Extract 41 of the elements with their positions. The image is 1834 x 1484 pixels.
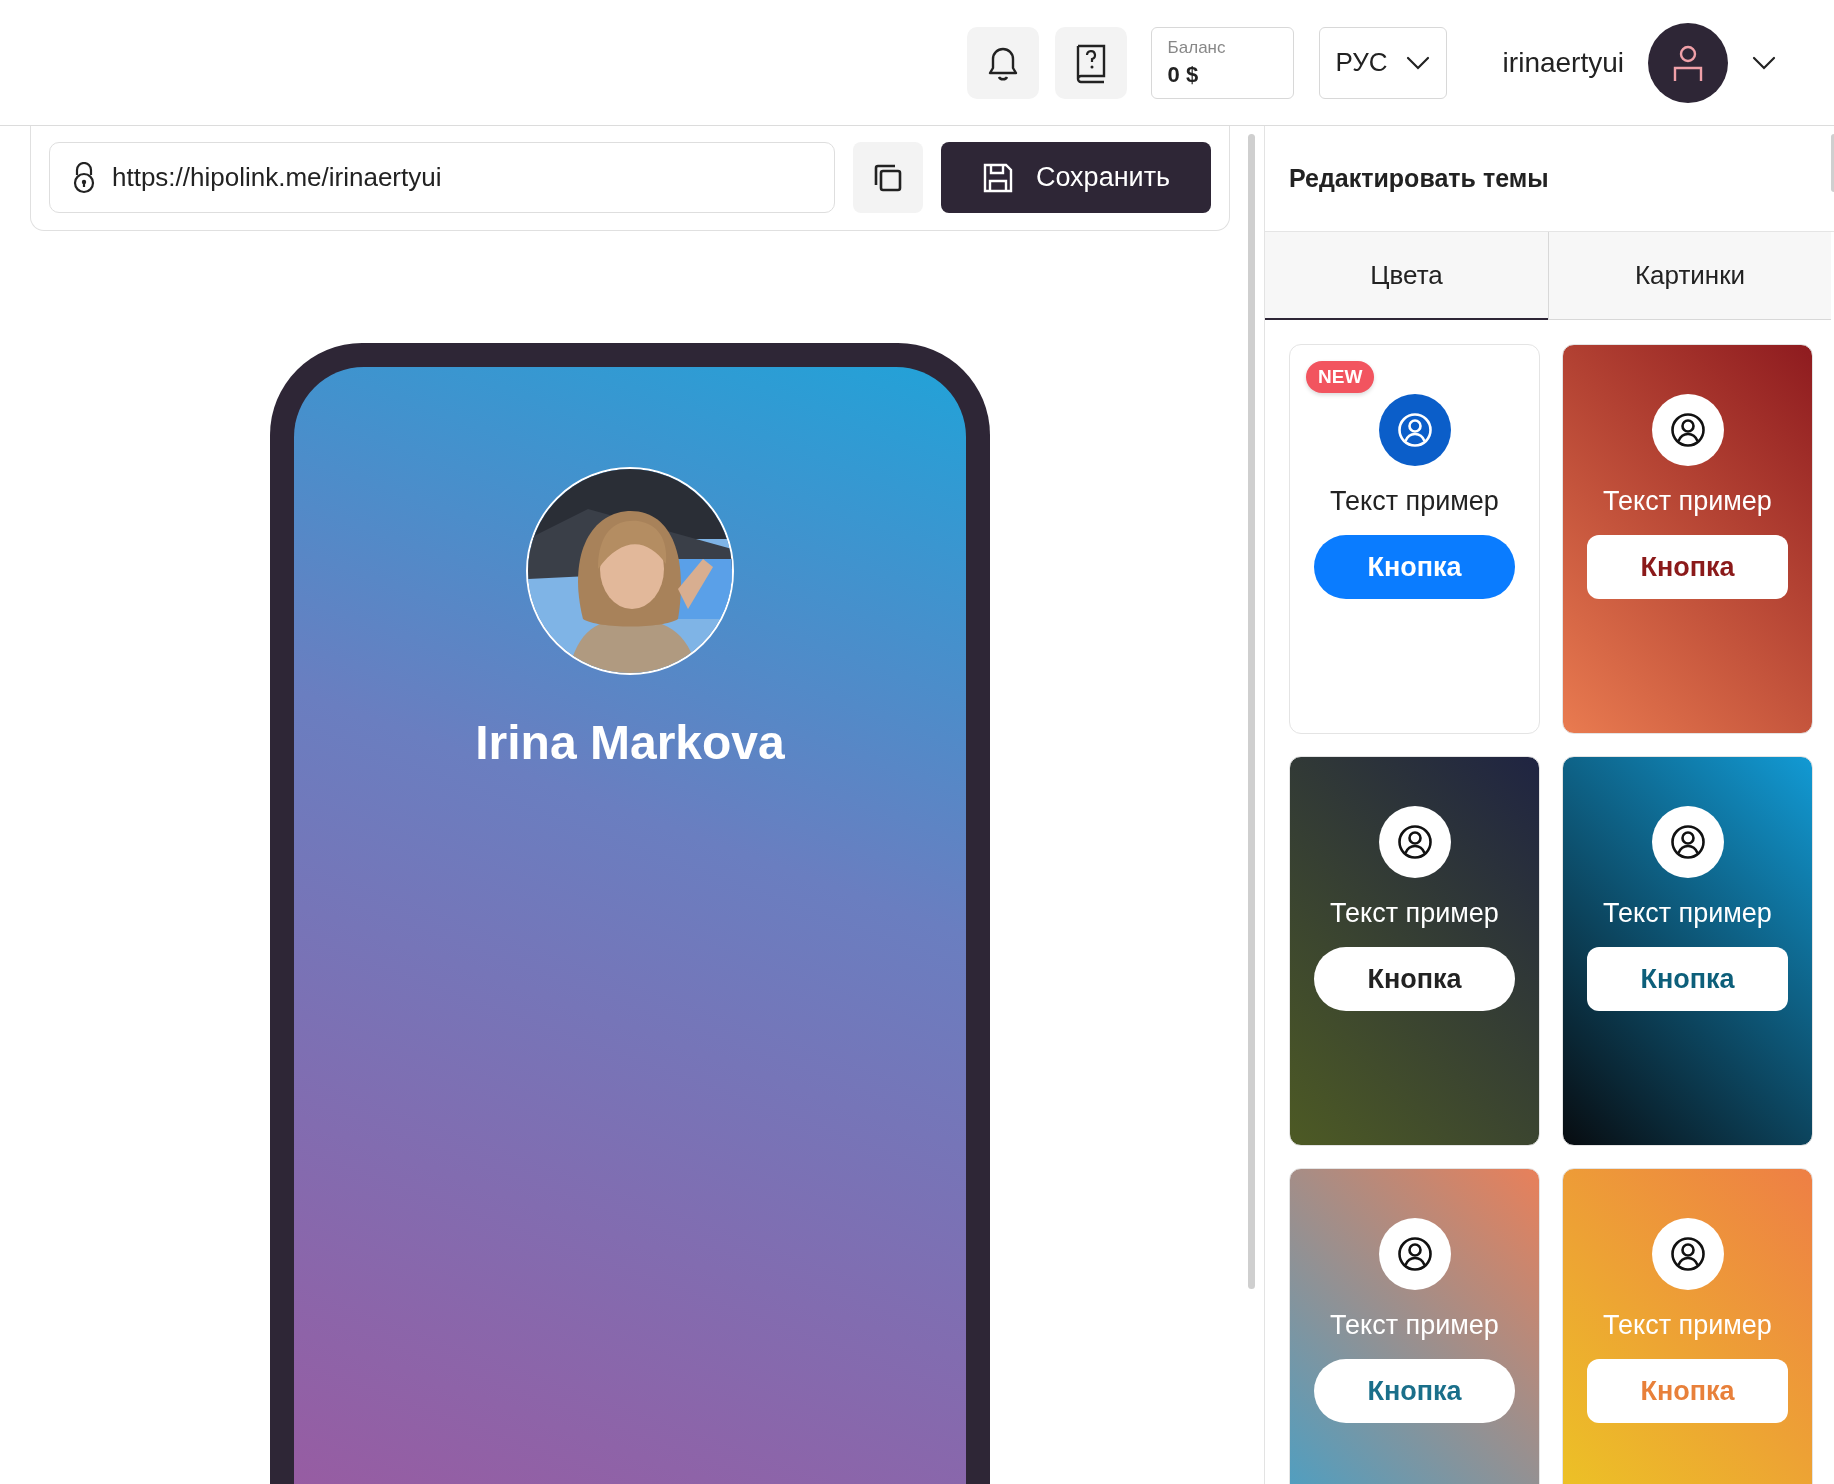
balance-label: Баланс bbox=[1167, 37, 1227, 58]
theme-card[interactable]: Текст пример Кнопка bbox=[1562, 756, 1813, 1146]
chevron-down-icon bbox=[1405, 55, 1430, 70]
tab[interactable]: Картинки bbox=[1548, 232, 1831, 320]
sample-text: Текст пример bbox=[1603, 898, 1772, 929]
profile-name: Irina Markova bbox=[475, 715, 785, 770]
user-icon bbox=[1669, 1236, 1706, 1272]
person-icon bbox=[1671, 43, 1705, 82]
help-button[interactable] bbox=[1054, 26, 1127, 99]
user-icon bbox=[1396, 1236, 1433, 1272]
tab[interactable]: Цвета bbox=[1265, 232, 1548, 320]
url-field[interactable]: https://hipolink.me/irinaertyui bbox=[49, 142, 835, 213]
sample-button[interactable]: Кнопка bbox=[1587, 535, 1788, 599]
username: irinaertyui bbox=[1502, 46, 1624, 79]
notifications-button[interactable] bbox=[966, 26, 1039, 99]
user-icon bbox=[1396, 824, 1433, 860]
theme-card[interactable]: Текст пример Кнопка bbox=[1562, 344, 1813, 734]
sample-button[interactable]: Кнопка bbox=[1587, 947, 1788, 1011]
sample-text: Текст пример bbox=[1330, 486, 1499, 517]
sample-text: Текст пример bbox=[1330, 1310, 1499, 1341]
sample-text: Текст пример bbox=[1330, 898, 1499, 929]
user-icon bbox=[1669, 412, 1706, 448]
language-dropdown[interactable]: РУС bbox=[1318, 26, 1447, 99]
balance-value: 0 $ bbox=[1167, 61, 1200, 88]
sample-button[interactable]: Кнопка bbox=[1314, 535, 1515, 599]
theme-card[interactable]: Текст пример Кнопка bbox=[1289, 756, 1540, 1146]
sample-text: Текст пример bbox=[1603, 486, 1772, 517]
sample-button[interactable]: Кнопка bbox=[1314, 1359, 1515, 1423]
chevron-down-icon bbox=[1752, 55, 1776, 70]
copy-button[interactable] bbox=[853, 142, 923, 213]
save-button[interactable]: Сохранить bbox=[941, 142, 1211, 213]
copy-icon bbox=[873, 162, 903, 193]
user-icon bbox=[1669, 824, 1706, 860]
new-badge: NEW bbox=[1306, 361, 1375, 393]
theme-card[interactable]: NEW Текст пример Кнопка bbox=[1289, 344, 1540, 734]
sample-button[interactable]: Кнопка bbox=[1314, 947, 1515, 1011]
user-icon bbox=[1396, 412, 1433, 448]
scrollbar[interactable] bbox=[1248, 134, 1255, 1289]
sample-text: Текст пример bbox=[1603, 1310, 1772, 1341]
theme-card[interactable]: Текст пример Кнопка bbox=[1289, 1168, 1540, 1484]
lock-icon bbox=[72, 161, 96, 194]
